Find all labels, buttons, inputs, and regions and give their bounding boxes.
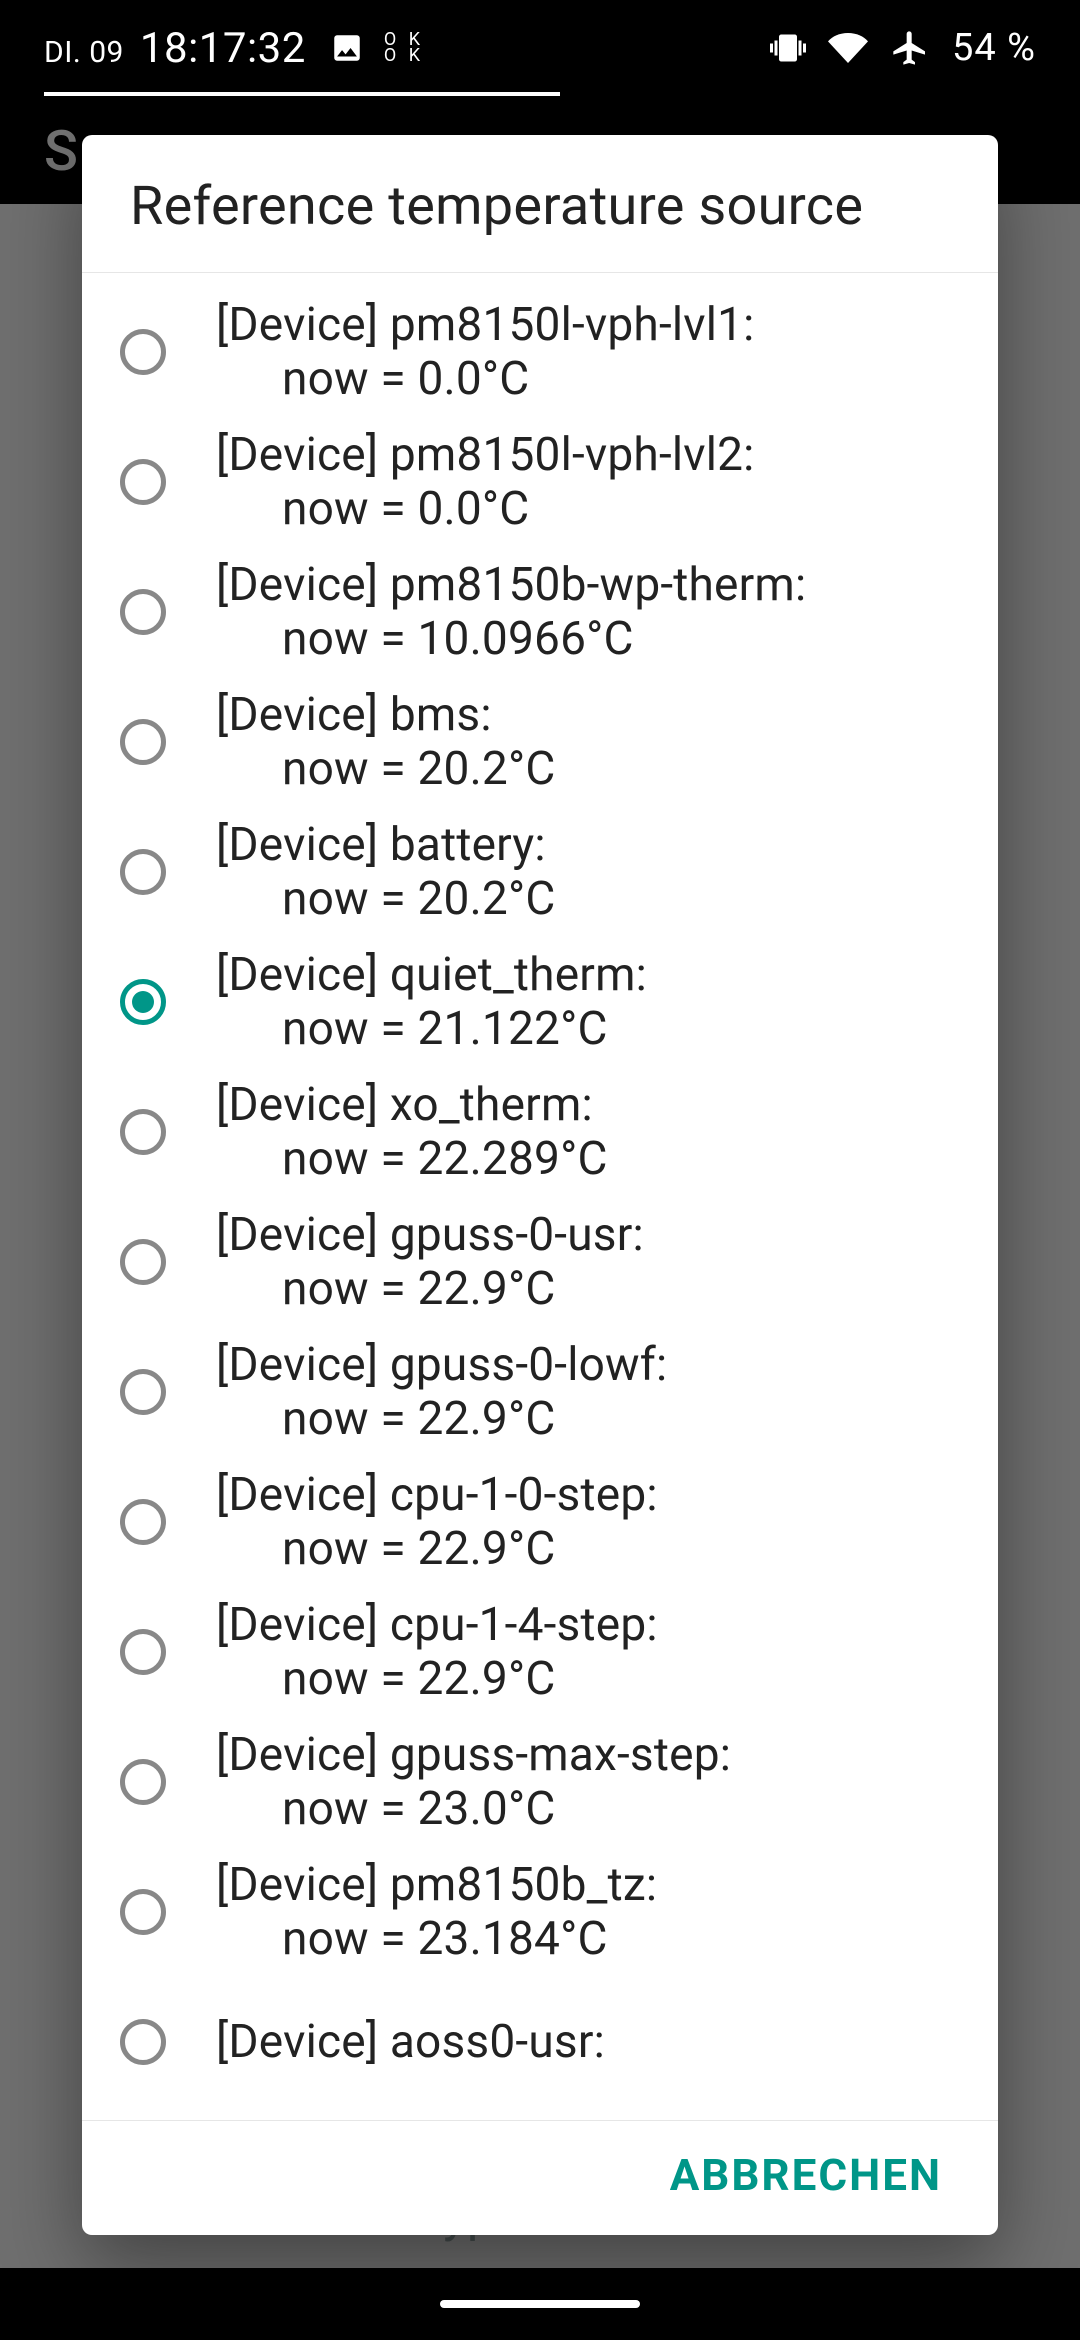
- option-line1: [Device] pm8150l-vph-lvl1:: [216, 298, 755, 352]
- option-line2: now = 10.0966°C: [216, 612, 806, 666]
- option-row[interactable]: [Device] aoss0-usr:: [82, 1977, 998, 2107]
- option-row[interactable]: [Device] cpu-1-0-step:now = 22.9°C: [82, 1457, 998, 1587]
- option-label: [Device] pm8150b_tz:now = 23.184°C: [216, 1858, 657, 1967]
- option-line1: [Device] battery:: [216, 818, 555, 872]
- option-line1: [Device] quiet_therm:: [216, 948, 647, 1002]
- vibrate-icon: [770, 30, 806, 66]
- radio-icon[interactable]: [120, 2019, 166, 2065]
- radio-icon[interactable]: [120, 1239, 166, 1285]
- option-label: [Device] pm8150b-wp-therm:now = 10.0966°…: [216, 558, 806, 667]
- cancel-button[interactable]: ABBRECHEN: [670, 2149, 942, 2201]
- option-row[interactable]: [Device] pm8150l-vph-lvl1:now = 0.0°C: [82, 287, 998, 417]
- wifi-icon: [828, 28, 868, 68]
- ok-indicator-icon: O K O K: [384, 32, 424, 64]
- status-time: 18:17:32: [140, 24, 306, 73]
- dialog-option-list[interactable]: now = 0.0°C [Device] pm8150l-vph-lvl1:no…: [82, 273, 998, 2120]
- option-line2: now = 21.122°C: [216, 1002, 647, 1056]
- option-label: [Device] quiet_therm:now = 21.122°C: [216, 948, 647, 1057]
- option-line1: [Device] pm8150l-vph-lvl2:: [216, 428, 755, 482]
- navigation-bar: [0, 2268, 1080, 2340]
- radio-icon[interactable]: [120, 1499, 166, 1545]
- option-label: [Device] cpu-1-0-step:now = 22.9°C: [216, 1468, 658, 1577]
- option-line2: now = 22.9°C: [216, 1652, 658, 1706]
- option-row[interactable]: [Device] gpuss-max-step:now = 23.0°C: [82, 1717, 998, 1847]
- dialog-actions: ABBRECHEN: [82, 2120, 998, 2235]
- option-line2: now = 20.2°C: [216, 872, 555, 926]
- status-date: DI. 09: [44, 35, 124, 70]
- status-bar: DI. 09 18:17:32 O K O K 54 %: [0, 0, 1080, 96]
- option-line2: now = 23.0°C: [216, 1782, 731, 1836]
- radio-icon[interactable]: [120, 1109, 166, 1155]
- option-line2: now = 22.9°C: [216, 1262, 644, 1316]
- home-pill[interactable]: [440, 2300, 640, 2308]
- radio-icon[interactable]: [120, 719, 166, 765]
- option-row[interactable]: [Device] gpuss-0-usr:now = 22.9°C: [82, 1197, 998, 1327]
- dialog-title: Reference temperature source: [82, 135, 998, 273]
- battery-percent: 54 %: [952, 26, 1036, 70]
- option-line1: [Device] bms:: [216, 688, 555, 742]
- airplane-icon: [890, 28, 930, 68]
- radio-icon[interactable]: [120, 1369, 166, 1415]
- option-line1: [Device] gpuss-0-lowf:: [216, 1338, 667, 1392]
- option-row[interactable]: [Device] pm8150l-vph-lvl2:now = 0.0°C: [82, 417, 998, 547]
- option-line1: [Device] xo_therm:: [216, 1078, 608, 1132]
- reference-temperature-dialog: Reference temperature source now = 0.0°C…: [82, 135, 998, 2235]
- option-line1: [Device] pm8150b-wp-therm:: [216, 558, 806, 612]
- option-label: [Device] aoss0-usr:: [216, 2015, 605, 2069]
- option-line1: [Device] gpuss-0-usr:: [216, 1208, 644, 1262]
- option-row[interactable]: [Device] pm8150b-wp-therm:now = 10.0966°…: [82, 547, 998, 677]
- radio-icon[interactable]: [120, 1629, 166, 1675]
- option-row[interactable]: [Device] quiet_therm:now = 21.122°C: [82, 937, 998, 1067]
- option-label: [Device] gpuss-0-lowf:now = 22.9°C: [216, 1338, 667, 1447]
- radio-icon[interactable]: [120, 589, 166, 635]
- option-line2: now = 23.184°C: [216, 1912, 657, 1966]
- option-label: [Device] bms:now = 20.2°C: [216, 688, 555, 797]
- option-row[interactable]: [Device] bms:now = 20.2°C: [82, 677, 998, 807]
- option-line1: [Device] aoss0-usr:: [216, 2015, 605, 2069]
- option-row[interactable]: [Device] cpu-1-4-step:now = 22.9°C: [82, 1587, 998, 1717]
- option-row[interactable]: [Device] xo_therm:now = 22.289°C: [82, 1067, 998, 1197]
- option-row[interactable]: [Device] battery:now = 20.2°C: [82, 807, 998, 937]
- option-line2: now = 22.9°C: [216, 1522, 658, 1576]
- option-row[interactable]: [Device] gpuss-0-lowf:now = 22.9°C: [82, 1327, 998, 1457]
- option-label: [Device] gpuss-0-usr:now = 22.9°C: [216, 1208, 644, 1317]
- option-line1: [Device] pm8150b_tz:: [216, 1858, 657, 1912]
- option-line2: now = 0.0°C: [216, 352, 755, 406]
- radio-icon[interactable]: [120, 1759, 166, 1805]
- radio-icon[interactable]: [120, 1889, 166, 1935]
- option-line1: [Device] cpu-1-4-step:: [216, 1598, 658, 1652]
- option-line2: now = 0.0°C: [216, 482, 755, 536]
- option-label: [Device] battery:now = 20.2°C: [216, 818, 555, 927]
- previous-option-truncated: now = 0.0°C: [82, 273, 998, 287]
- radio-icon[interactable]: [120, 849, 166, 895]
- radio-icon[interactable]: [120, 459, 166, 505]
- option-label: [Device] cpu-1-4-step:now = 22.9°C: [216, 1598, 658, 1707]
- option-line1: [Device] cpu-1-0-step:: [216, 1468, 658, 1522]
- option-line2: now = 22.9°C: [216, 1392, 667, 1446]
- radio-icon[interactable]: [120, 329, 166, 375]
- option-line1: [Device] gpuss-max-step:: [216, 1728, 731, 1782]
- image-icon: [330, 31, 364, 65]
- option-label: [Device] pm8150l-vph-lvl2:now = 0.0°C: [216, 428, 755, 537]
- radio-icon[interactable]: [120, 979, 166, 1025]
- option-label: [Device] xo_therm:now = 22.289°C: [216, 1078, 608, 1187]
- option-line2: now = 22.289°C: [216, 1132, 608, 1186]
- option-line2: now = 20.2°C: [216, 742, 555, 796]
- option-row[interactable]: [Device] pm8150b_tz:now = 23.184°C: [82, 1847, 998, 1977]
- option-label: [Device] gpuss-max-step:now = 23.0°C: [216, 1728, 731, 1837]
- option-label: [Device] pm8150l-vph-lvl1:now = 0.0°C: [216, 298, 755, 407]
